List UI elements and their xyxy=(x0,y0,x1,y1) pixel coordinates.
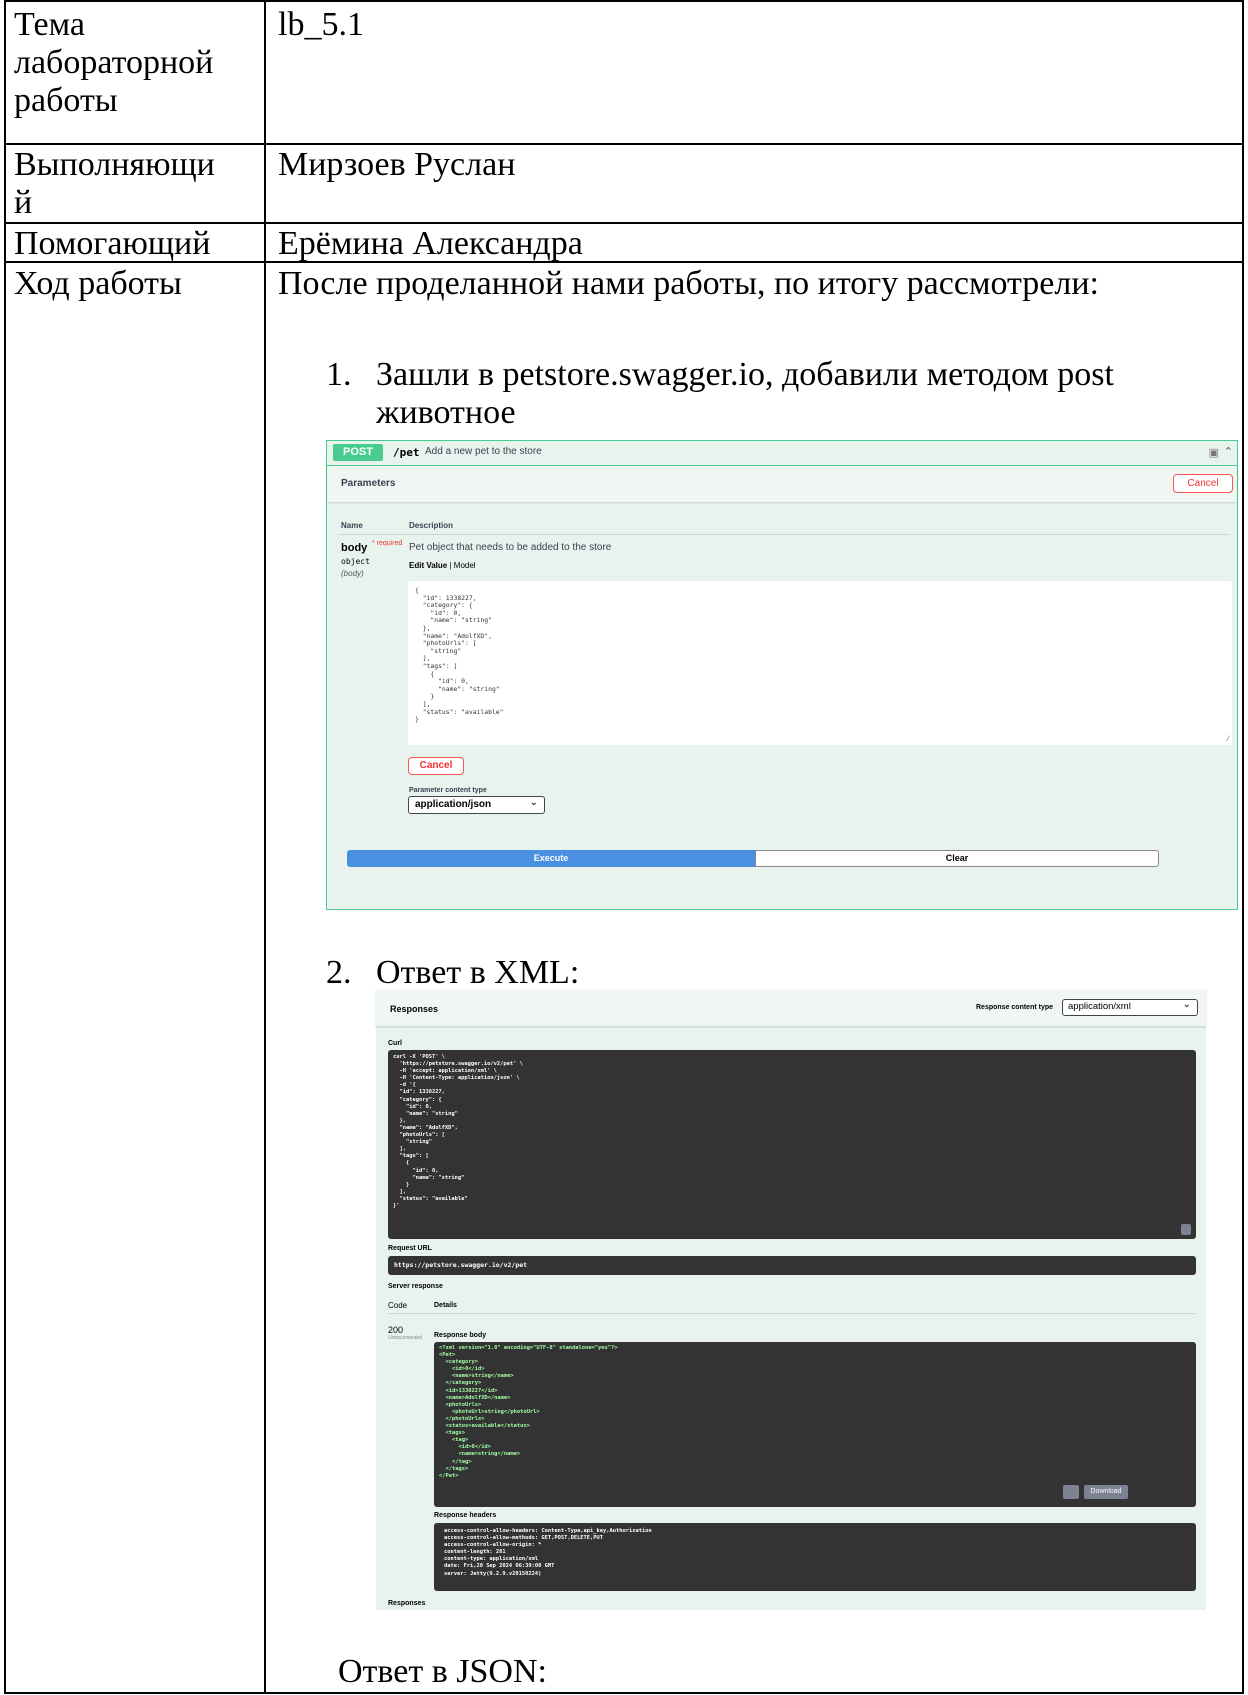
label-line: лабораторной xyxy=(14,44,214,81)
response-body-text: <?xml version="1.0" encoding="UTF-8" sta… xyxy=(439,1345,618,1479)
server-response-label: Server response xyxy=(388,1283,443,1290)
curl-label: Curl xyxy=(388,1040,402,1047)
step-number: 1. xyxy=(326,356,352,393)
curl-block: curl -X 'POST' \ 'https://petstore.swagg… xyxy=(388,1050,1196,1239)
undocumented-label: Undocumented xyxy=(388,1335,422,1341)
row-divider xyxy=(6,143,1242,145)
request-url-text: https://petstore.swagger.io/v2/pet xyxy=(394,1261,528,1269)
response-body-label: Response body xyxy=(434,1332,487,1339)
param-in: (body) xyxy=(341,569,364,578)
row-value-executor: Мирзоев Руслан xyxy=(278,146,516,183)
responses-footer-label: Responses xyxy=(388,1600,426,1607)
column-divider xyxy=(264,2,266,1692)
cancel-top-button[interactable]: Cancel xyxy=(1173,474,1233,493)
step-text-line: животное xyxy=(376,394,516,431)
param-description: Pet object that needs to be added to the… xyxy=(409,542,612,553)
screenshot-responses: Responses Response content type applicat… xyxy=(376,990,1206,1610)
execute-button[interactable]: Execute xyxy=(347,850,755,867)
body-editor[interactable]: { "id": 1338227, "category": { "id": 0, … xyxy=(408,581,1232,745)
col-name-header: Name xyxy=(341,521,363,530)
row-label-topic: Тема лабораторной работы xyxy=(14,6,254,120)
response-headers-text: access-control-allow-headers: Content-Ty… xyxy=(444,1528,652,1577)
curl-text: curl -X 'POST' \ 'https://petstore.swagg… xyxy=(393,1054,523,1209)
response-content-type-value: application/xml xyxy=(1068,1001,1131,1012)
lock-icon[interactable]: ▣ xyxy=(1209,446,1219,459)
step-text-line: Зашли в petstore.swagger.io, добавили ме… xyxy=(376,356,1114,393)
parameters-bar: Parameters Cancel xyxy=(327,466,1237,502)
copy-icon[interactable] xyxy=(1181,1224,1191,1235)
label-line: Тема xyxy=(14,6,85,43)
label-line: работы xyxy=(14,82,118,119)
response-headers-label: Response headers xyxy=(434,1512,497,1519)
content-type-select[interactable]: application/json ⌄ xyxy=(408,796,545,814)
chevron-down-icon: ⌄ xyxy=(529,797,538,808)
label-line: й xyxy=(14,184,33,221)
tab-edit-value[interactable]: Edit Value xyxy=(409,561,447,570)
response-content-type-select[interactable]: application/xml ⌄ xyxy=(1062,999,1198,1016)
col-description-header: Description xyxy=(409,521,454,530)
content-type-label: Parameter content type xyxy=(409,787,487,794)
row-value-topic: lb_5.1 xyxy=(278,6,364,43)
code-header: Code xyxy=(388,1301,408,1310)
label-line: Выполняющи xyxy=(14,146,215,183)
row-divider xyxy=(6,222,1242,224)
tab-model[interactable]: Model xyxy=(454,561,476,570)
request-url-label: Request URL xyxy=(388,1245,432,1252)
parameters-title: Parameters xyxy=(341,478,396,489)
required-marker: * required xyxy=(372,540,403,547)
divider xyxy=(388,1313,1196,1314)
step-number: 2. xyxy=(326,954,352,991)
clear-button[interactable]: Clear xyxy=(755,850,1159,867)
cancel-button[interactable]: Cancel xyxy=(408,757,464,775)
download-button[interactable]: Download xyxy=(1084,1485,1128,1499)
row-label-executor: Выполняющи й xyxy=(14,146,254,222)
screenshot-post-pet: POST /pet Add a new pet to the store ▣ ⌃… xyxy=(326,440,1238,910)
responses-bar: Responses Response content type applicat… xyxy=(376,990,1206,1026)
step-text: Зашли в petstore.swagger.io, добавили ме… xyxy=(376,356,1236,432)
body-json-text: { "id": 1338227, "category": { "id": 0, … xyxy=(415,586,504,724)
row-label-helper: Помогающий xyxy=(14,225,211,262)
endpoint-path: /pet xyxy=(393,446,420,459)
divider xyxy=(339,534,1229,535)
content-type-value: application/json xyxy=(415,799,492,810)
param-type: object xyxy=(341,557,370,566)
chevron-up-icon[interactable]: ⌃ xyxy=(1224,445,1233,458)
response-headers-block: access-control-allow-headers: Content-Ty… xyxy=(434,1523,1196,1591)
method-badge: POST xyxy=(333,444,383,461)
row-label-progress: Ход работы xyxy=(14,265,182,302)
request-url-block: https://petstore.swagger.io/v2/pet xyxy=(388,1256,1196,1275)
responses-title: Responses xyxy=(390,1004,439,1014)
step-text: Ответ в XML: xyxy=(376,954,580,991)
copy-icon[interactable] xyxy=(1063,1485,1079,1499)
response-content-type-label: Response content type xyxy=(976,1004,1054,1011)
resize-handle-icon[interactable]: ∕ xyxy=(1228,734,1229,743)
details-header: Details xyxy=(434,1302,457,1309)
operation-header[interactable]: POST /pet Add a new pet to the store ▣ ⌃ xyxy=(327,441,1237,466)
document-table: Тема лабораторной работы lb_5.1 Выполняю… xyxy=(4,0,1244,1694)
chevron-down-icon: ⌄ xyxy=(1182,999,1191,1010)
response-code: 200 xyxy=(388,1325,404,1335)
param-name: body xyxy=(341,542,368,554)
endpoint-summary: Add a new pet to the store xyxy=(425,446,542,457)
response-body-block: <?xml version="1.0" encoding="UTF-8" sta… xyxy=(434,1342,1196,1507)
edit-value-tabs: Edit Value | Model xyxy=(409,561,476,570)
json-answer-heading: Ответ в JSON: xyxy=(338,1653,547,1690)
row-value-helper: Ерёмина Александра xyxy=(278,225,583,262)
row-value-progress: После проделанной нами работы, по итогу … xyxy=(278,265,1099,302)
